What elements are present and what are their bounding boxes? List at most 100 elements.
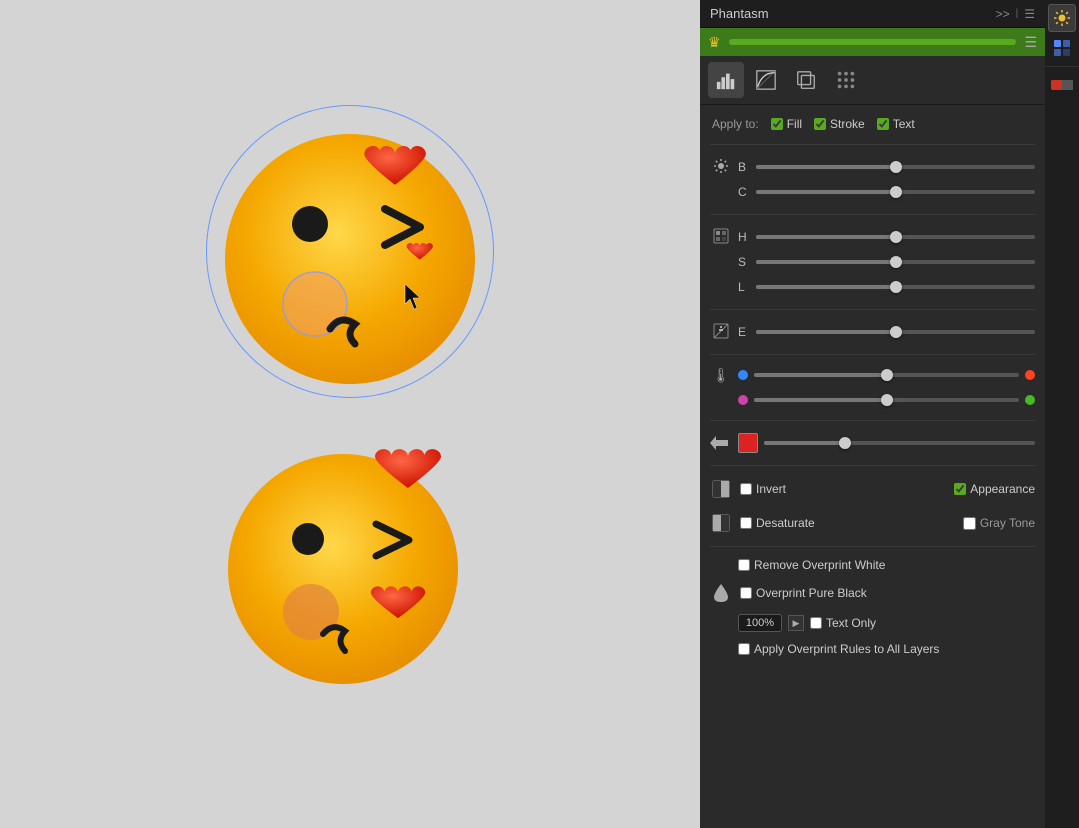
apply-overprint-text: Apply Overprint Rules to All Layers xyxy=(754,642,939,656)
brightness-icon xyxy=(710,158,732,177)
percent-input[interactable]: 100% xyxy=(738,614,782,632)
overprint-black-label[interactable]: Overprint Pure Black xyxy=(740,586,867,600)
expand-icon[interactable]: >> xyxy=(996,7,1010,21)
apply-to-row: Apply to: Fill Stroke Text xyxy=(710,113,1035,135)
text-only-label[interactable]: Text Only xyxy=(810,616,876,630)
color-thumb[interactable] xyxy=(839,437,851,449)
overprint-black-text: Overprint Pure Black xyxy=(756,586,867,600)
appearance-checkbox[interactable] xyxy=(954,483,966,495)
exposure-fill xyxy=(756,330,896,334)
overprint-black-checkbox[interactable] xyxy=(740,587,752,599)
hue-slider[interactable] xyxy=(756,235,1035,239)
toolbar-grid-btn[interactable] xyxy=(1048,34,1076,62)
divider-6 xyxy=(710,465,1035,466)
invert-row: Invert Appearance xyxy=(710,475,1035,503)
color-swatch[interactable] xyxy=(738,433,758,453)
fill-checkbox-label[interactable]: Fill xyxy=(771,117,802,131)
overprint-black-row: Overprint Pure Black xyxy=(710,580,1035,606)
toolbar-divider xyxy=(1045,66,1079,67)
desaturate-checkbox[interactable] xyxy=(740,517,752,529)
tab-layers[interactable] xyxy=(788,62,824,98)
hue-thumb[interactable] xyxy=(890,231,902,243)
temp1-fill xyxy=(754,373,887,377)
fill-checkbox[interactable] xyxy=(771,118,783,130)
crown-menu-icon[interactable]: ☰ xyxy=(1024,34,1037,51)
far-right-toolbar xyxy=(1045,0,1079,828)
fill-label: Fill xyxy=(787,117,802,131)
stroke-checkbox[interactable] xyxy=(814,118,826,130)
temp2-fill xyxy=(754,398,887,402)
overprint-sub-row: 100% ▶ Text Only xyxy=(710,612,1035,634)
toolbar-color-btn[interactable] xyxy=(1048,71,1076,99)
divider-2 xyxy=(710,214,1035,215)
text-only-text: Text Only xyxy=(826,616,876,630)
apply-to-label: Apply to: xyxy=(712,117,759,131)
apply-overprint-row: Apply Overprint Rules to All Layers xyxy=(710,640,1035,658)
drop-icon xyxy=(710,582,732,604)
brightness-label: B xyxy=(738,160,750,174)
toolbar-sun-btn[interactable] xyxy=(1048,4,1076,32)
invert-checkbox[interactable] xyxy=(740,483,752,495)
pink-dot xyxy=(738,395,748,405)
text-only-checkbox[interactable] xyxy=(810,617,822,629)
saturation-label: S xyxy=(738,255,750,269)
lightness-row: L xyxy=(710,276,1035,298)
remove-overprint-text: Remove Overprint White xyxy=(754,558,885,572)
exposure-slider[interactable] xyxy=(756,330,1035,334)
contrast-thumb[interactable] xyxy=(890,186,902,198)
emoji-top-selected[interactable] xyxy=(210,109,490,394)
temp2-thumb[interactable] xyxy=(881,394,893,406)
temperature-slider-1[interactable] xyxy=(754,373,1019,377)
apply-overprint-label[interactable]: Apply Overprint Rules to All Layers xyxy=(710,642,939,656)
remove-overprint-label[interactable]: Remove Overprint White xyxy=(710,558,885,572)
color-slider[interactable] xyxy=(764,441,1035,445)
invert-label: Invert xyxy=(756,482,786,496)
percent-arrow-btn[interactable]: ▶ xyxy=(788,615,804,631)
temp1-thumb[interactable] xyxy=(881,369,893,381)
brightness-thumb[interactable] xyxy=(890,161,902,173)
gray-tone-checkbox[interactable] xyxy=(963,517,976,530)
saturation-slider[interactable] xyxy=(756,260,1035,264)
color-row xyxy=(710,430,1035,456)
exposure-icon xyxy=(710,323,732,342)
saturation-thumb[interactable] xyxy=(890,256,902,268)
divider: | xyxy=(1016,8,1019,19)
brightness-row: B xyxy=(710,156,1035,178)
text-checkbox-label[interactable]: Text xyxy=(877,117,915,131)
color-fill xyxy=(764,441,845,445)
appearance-label: Appearance xyxy=(970,482,1035,496)
lightness-thumb[interactable] xyxy=(890,281,902,293)
divider-7 xyxy=(710,546,1035,547)
remove-overprint-checkbox[interactable] xyxy=(738,559,750,571)
invert-checkbox-label[interactable]: Invert xyxy=(740,482,786,496)
apply-overprint-checkbox[interactable] xyxy=(738,643,750,655)
text-checkbox[interactable] xyxy=(877,118,889,130)
lightness-fill xyxy=(756,285,896,289)
red-dot xyxy=(1025,370,1035,380)
tab-curves[interactable] xyxy=(748,62,784,98)
bc-sliders: B C xyxy=(710,154,1035,205)
temperature-slider-2[interactable] xyxy=(754,398,1019,402)
emoji-bottom-svg xyxy=(223,434,478,694)
tab-histogram[interactable] xyxy=(708,62,744,98)
thermometer-icon: 🌡 xyxy=(710,367,732,384)
desaturate-checkbox-label[interactable]: Desaturate xyxy=(740,516,815,530)
exposure-label: E xyxy=(738,325,750,339)
emoji-bottom[interactable] xyxy=(223,434,478,699)
panel-header: Phantasm >> | ☰ xyxy=(700,0,1045,28)
menu-icon[interactable]: ☰ xyxy=(1024,7,1035,21)
brightness-fill xyxy=(756,165,896,169)
tab-icons-row xyxy=(700,56,1045,105)
exposure-thumb[interactable] xyxy=(890,326,902,338)
stroke-label: Stroke xyxy=(830,117,865,131)
stroke-checkbox-label[interactable]: Stroke xyxy=(814,117,865,131)
brightness-slider[interactable] xyxy=(756,165,1035,169)
lightness-slider[interactable] xyxy=(756,285,1035,289)
emoji-container xyxy=(210,109,490,699)
gray-tone-label[interactable]: Gray Tone xyxy=(963,516,1035,530)
contrast-slider[interactable] xyxy=(756,190,1035,194)
remove-overprint-row: Remove Overprint White xyxy=(710,556,1035,574)
tab-dots[interactable] xyxy=(828,62,864,98)
appearance-checkbox-label[interactable]: Appearance xyxy=(954,482,1035,496)
invert-icon xyxy=(710,478,732,500)
